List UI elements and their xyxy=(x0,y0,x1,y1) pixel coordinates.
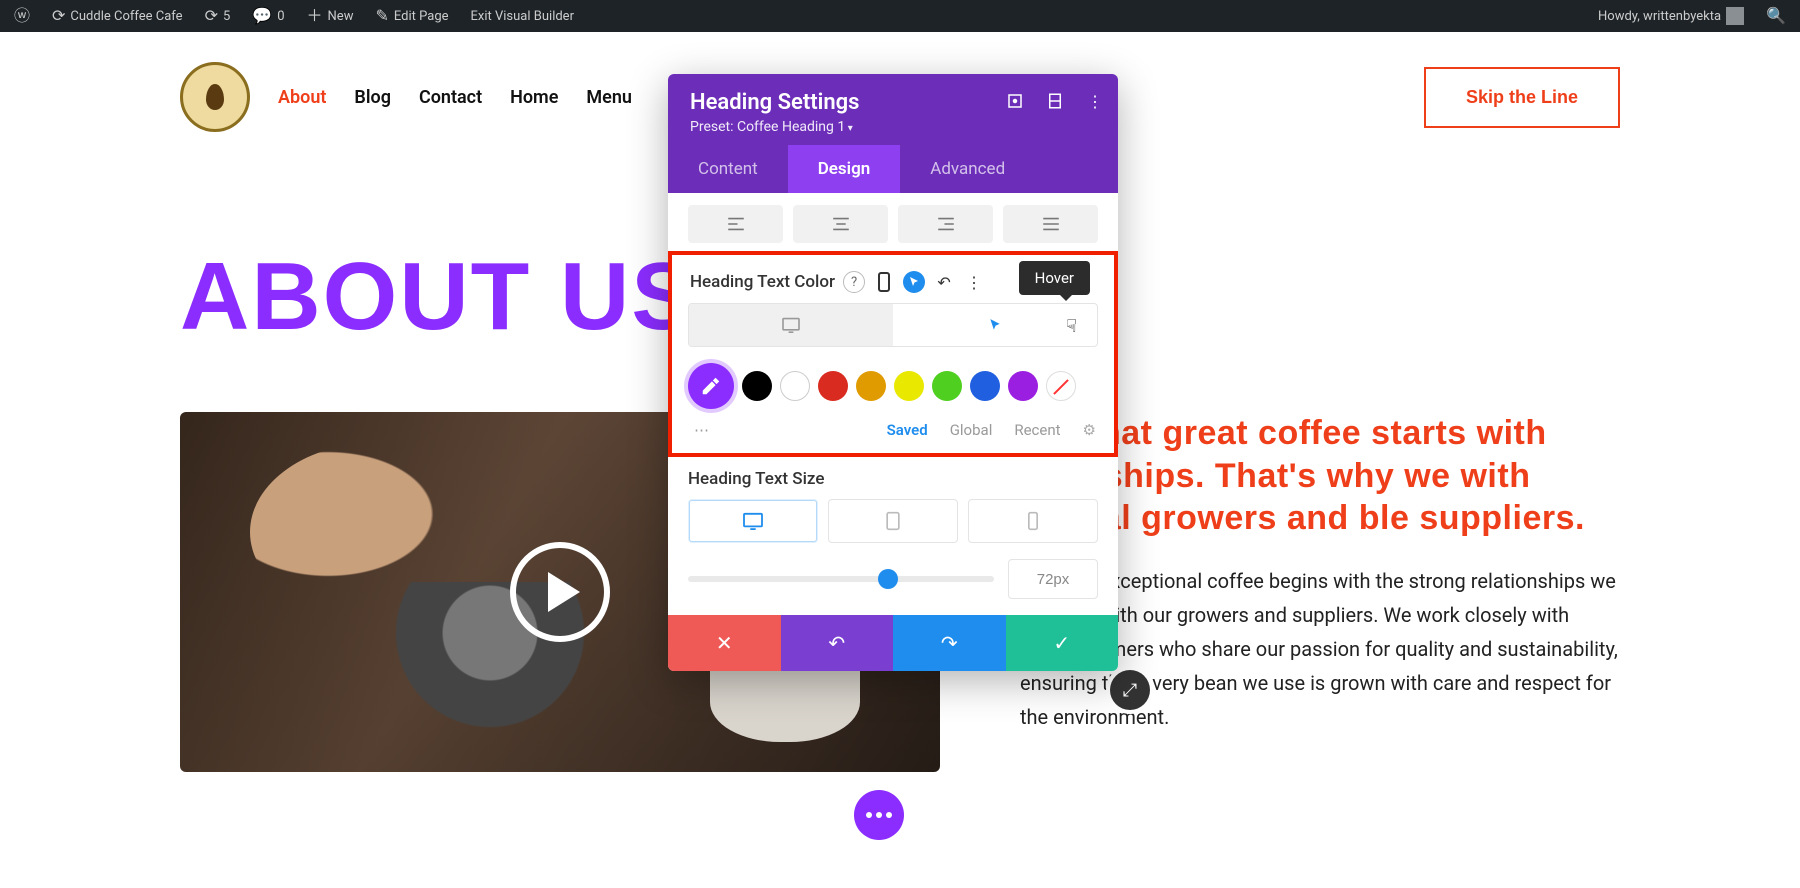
slider-thumb[interactable] xyxy=(878,569,898,589)
exit-visual-builder-link[interactable]: Exit Visual Builder xyxy=(465,9,580,24)
more-icon[interactable]: ⋮ xyxy=(963,271,985,293)
color-swatch[interactable] xyxy=(1008,371,1038,401)
wp-admin-bar: ⓦ ⟳Cuddle Coffee Cafe ⟳5 💬0 ＋New ✎Edit P… xyxy=(0,0,1800,32)
undo-button[interactable]: ↶ xyxy=(781,615,894,671)
heading-settings-panel: Heading Settings Preset: Coffee Heading … xyxy=(668,74,1118,671)
comments-link[interactable]: 💬0 xyxy=(246,8,290,24)
nav-links: About Blog Contact Home Menu xyxy=(278,87,632,108)
palette-tab-saved[interactable]: Saved xyxy=(887,421,928,439)
heading-size-section: Heading Text Size xyxy=(668,457,1118,615)
state-default-button[interactable] xyxy=(689,304,893,346)
docs-icon[interactable] xyxy=(1046,92,1064,110)
play-icon[interactable] xyxy=(510,542,610,642)
panel-footer: ✕ ↶ ↷ ✓ xyxy=(668,615,1118,671)
text-align-row xyxy=(668,193,1118,247)
color-swatch-none[interactable] xyxy=(1046,371,1076,401)
device-tablet-button[interactable] xyxy=(828,499,958,543)
color-swatch[interactable] xyxy=(970,371,1000,401)
size-input[interactable] xyxy=(1008,559,1098,599)
panel-header: Heading Settings Preset: Coffee Heading … xyxy=(668,74,1118,145)
tab-advanced[interactable]: Advanced xyxy=(900,145,1035,193)
align-right-button[interactable] xyxy=(898,205,993,243)
panel-body: Heading Text Color ? ↶ ⋮ Hover ☟ xyxy=(668,193,1118,615)
panel-resize-handle[interactable]: ⤢ xyxy=(1110,670,1150,710)
nav-menu[interactable]: Menu xyxy=(586,87,632,108)
new-content-link[interactable]: ＋New xyxy=(301,8,360,24)
site-name: Cuddle Coffee Cafe xyxy=(70,9,182,24)
avatar xyxy=(1726,7,1744,25)
module-options-fab[interactable] xyxy=(854,790,904,840)
discard-button[interactable]: ✕ xyxy=(668,615,781,671)
palette-tab-global[interactable]: Global xyxy=(950,421,993,439)
highlighted-color-section: Heading Text Color ? ↶ ⋮ Hover ☟ xyxy=(668,251,1118,457)
skip-the-line-button[interactable]: Skip the Line xyxy=(1424,67,1620,128)
updates-link[interactable]: ⟳5 xyxy=(199,8,237,24)
color-swatch[interactable] xyxy=(818,371,848,401)
field-label-color: Heading Text Color xyxy=(690,272,835,292)
edit-page-link[interactable]: ✎Edit Page xyxy=(369,8,454,24)
panel-tabs: Content Design Advanced xyxy=(668,145,1118,193)
gear-icon[interactable]: ⚙ xyxy=(1083,421,1096,439)
search-icon[interactable]: 🔍 xyxy=(1760,8,1792,24)
tab-design[interactable]: Design xyxy=(788,145,901,193)
site-logo[interactable] xyxy=(180,62,250,132)
save-button[interactable]: ✓ xyxy=(1006,615,1119,671)
hover-tooltip: Hover xyxy=(1019,261,1090,295)
redo-button[interactable]: ↷ xyxy=(893,615,1006,671)
field-label-size: Heading Text Size xyxy=(688,469,1098,489)
nav-about[interactable]: About xyxy=(278,87,326,108)
color-swatch[interactable] xyxy=(894,371,924,401)
size-slider[interactable] xyxy=(688,576,994,582)
tab-content[interactable]: Content xyxy=(668,145,788,193)
state-toggle-row: ☟ xyxy=(688,303,1098,347)
phone-icon[interactable] xyxy=(873,271,895,293)
color-swatch-row xyxy=(688,357,1098,415)
wp-logo[interactable]: ⓦ xyxy=(8,8,36,24)
color-swatch[interactable] xyxy=(780,371,810,401)
preset-dropdown[interactable]: Preset: Coffee Heading 1 xyxy=(690,119,853,135)
cursor-icon[interactable] xyxy=(903,271,925,293)
dots-icon xyxy=(866,812,892,818)
device-desktop-button[interactable] xyxy=(688,499,818,543)
palette-tab-recent[interactable]: Recent xyxy=(1014,421,1060,439)
updates-count: 5 xyxy=(223,9,230,24)
hand-cursor-icon: ☟ xyxy=(1066,316,1077,337)
palette-drag-icon[interactable]: ⋯ xyxy=(694,421,711,439)
palette-tabs: ⋯ Saved Global Recent ⚙ xyxy=(688,415,1098,443)
kebab-icon[interactable]: ⋮ xyxy=(1086,92,1104,110)
align-center-button[interactable] xyxy=(793,205,888,243)
device-phone-button[interactable] xyxy=(968,499,1098,543)
align-justify-button[interactable] xyxy=(1003,205,1098,243)
nav-blog[interactable]: Blog xyxy=(354,87,391,108)
nav-contact[interactable]: Contact xyxy=(419,87,482,108)
size-slider-row xyxy=(688,559,1098,599)
align-left-button[interactable] xyxy=(688,205,783,243)
expand-icon[interactable] xyxy=(1006,92,1024,110)
color-swatch[interactable] xyxy=(932,371,962,401)
nav-home[interactable]: Home xyxy=(510,87,558,108)
site-name-link[interactable]: ⟳Cuddle Coffee Cafe xyxy=(46,8,189,24)
greeting: Howdy, writtenbyekta xyxy=(1598,9,1721,24)
reset-icon[interactable]: ↶ xyxy=(933,271,955,293)
help-icon[interactable]: ? xyxy=(843,271,865,293)
color-swatch[interactable] xyxy=(742,371,772,401)
state-hover-button[interactable]: ☟ xyxy=(893,304,1097,346)
color-picker-button[interactable] xyxy=(688,363,734,409)
responsive-device-row xyxy=(688,499,1098,543)
comments-count: 0 xyxy=(277,9,284,24)
color-swatch[interactable] xyxy=(856,371,886,401)
account-link[interactable]: Howdy, writtenbyekta xyxy=(1592,7,1750,25)
